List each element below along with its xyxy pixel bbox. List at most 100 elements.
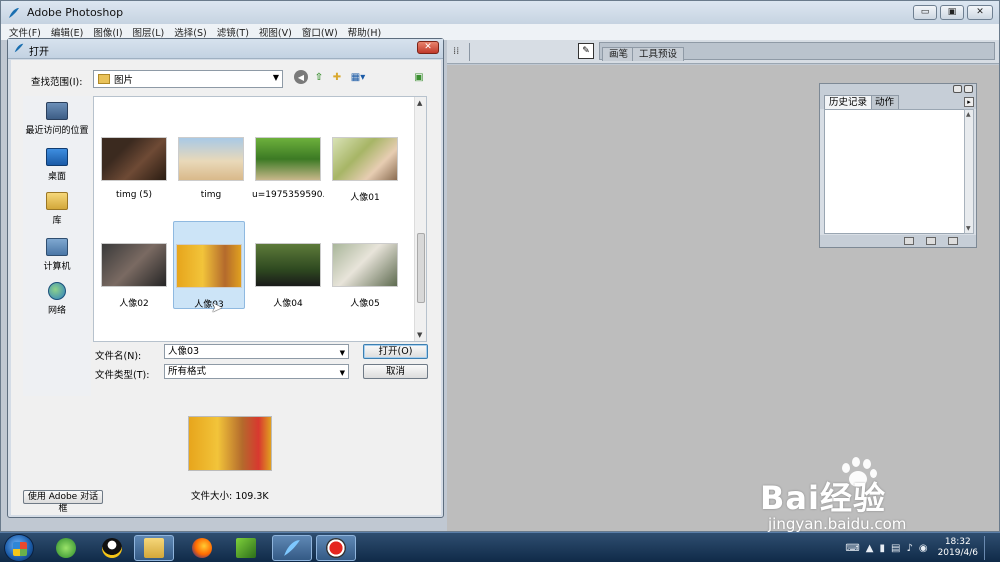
- look-in-select[interactable]: 图片 ▼: [93, 70, 283, 88]
- scroll-up-icon[interactable]: ▲: [966, 111, 971, 118]
- show-desktop-button[interactable]: [984, 536, 992, 560]
- input-method-icon[interactable]: ◉: [919, 543, 928, 554]
- place-label: 网络: [47, 306, 66, 316]
- menu-select[interactable]: 选择(S): [174, 25, 206, 39]
- taskbar-app-explorer[interactable]: [134, 535, 174, 561]
- file-item[interactable]: 人像01: [329, 137, 401, 203]
- taskbar-app-photoshop[interactable]: [272, 535, 312, 561]
- taskbar-app-qq[interactable]: [92, 535, 132, 561]
- panel-menu-icon[interactable]: ▸: [964, 97, 974, 107]
- menu-window[interactable]: 窗口(W): [302, 25, 338, 39]
- palette-well-icon[interactable]: ✎: [578, 43, 594, 59]
- place-desktop[interactable]: 桌面: [23, 148, 91, 182]
- chevron-down-icon[interactable]: ▼: [340, 367, 345, 380]
- scrollbar-thumb[interactable]: [417, 233, 425, 303]
- cancel-button[interactable]: 取消: [363, 364, 428, 379]
- battery-icon[interactable]: ▮: [879, 543, 885, 554]
- volume-icon[interactable]: ♪: [906, 543, 912, 554]
- system-clock[interactable]: 18:32 2019/4/6: [938, 537, 978, 559]
- restore-button[interactable]: ▣: [940, 5, 964, 20]
- tab-tool-presets[interactable]: 工具预设: [632, 47, 685, 61]
- dialog-titlebar[interactable]: 打开 ✕: [8, 39, 443, 59]
- network-tray-icon[interactable]: ▤: [891, 543, 900, 554]
- taskbar-app-media[interactable]: [226, 535, 266, 561]
- file-name-input[interactable]: 人像03 ▼: [164, 344, 349, 359]
- place-recent[interactable]: 最近访问的位置: [23, 102, 91, 136]
- file-item[interactable]: 人像05: [329, 243, 401, 309]
- use-adobe-dialog-button[interactable]: 使用 Adobe 对话框: [23, 490, 103, 514]
- file-name: 人像02: [119, 299, 149, 309]
- snapshot-icon[interactable]: [926, 237, 936, 245]
- trash-icon[interactable]: [948, 237, 958, 245]
- place-network[interactable]: 网络: [23, 282, 91, 316]
- scroll-down-icon[interactable]: ▼: [417, 331, 422, 339]
- open-button[interactable]: 打开(O): [363, 344, 428, 359]
- file-item[interactable]: u=1975359590...: [252, 137, 324, 200]
- tab-actions[interactable]: 动作: [870, 95, 900, 109]
- menu-filter[interactable]: 滤镜(T): [217, 25, 249, 39]
- menu-layer[interactable]: 图层(L): [133, 25, 165, 39]
- taskbar-app-firefox[interactable]: [182, 535, 222, 561]
- up-folder-icon[interactable]: ⇧: [312, 70, 326, 84]
- tray-arrow-icon[interactable]: ▲: [866, 543, 874, 554]
- file-list-view[interactable]: timg (5) timg u=1975359590... 人像01 人像02 …: [93, 96, 427, 342]
- palette-well: ✎ 画笔 工具预设: [578, 42, 995, 61]
- file-item[interactable]: 人像02: [98, 243, 170, 309]
- options-bar: ⁞⁞ ✎ 画笔 工具预设: [447, 40, 999, 64]
- place-label: 计算机: [43, 262, 71, 272]
- file-name: timg (5): [115, 190, 153, 200]
- taskbar-app-browser[interactable]: [46, 535, 86, 561]
- close-icon: ✕: [976, 7, 984, 17]
- place-library[interactable]: 库: [23, 192, 91, 226]
- file-type-select[interactable]: 所有格式 ▼: [164, 364, 349, 379]
- look-in-value: 图片: [114, 75, 134, 86]
- record-icon: [326, 538, 346, 558]
- file-view-scrollbar[interactable]: ▲ ▼: [414, 97, 426, 341]
- place-computer[interactable]: 计算机: [23, 238, 91, 272]
- file-name: 人像04: [273, 299, 303, 309]
- windows-logo-icon: [13, 542, 27, 556]
- minimize-button[interactable]: ▭: [913, 5, 937, 20]
- history-panel-header[interactable]: [820, 84, 976, 95]
- start-button[interactable]: [4, 534, 34, 562]
- tab-history[interactable]: 历史记录: [824, 95, 873, 109]
- photoshop-feather-icon: [284, 540, 300, 556]
- close-button[interactable]: ✕: [967, 5, 993, 20]
- menu-help[interactable]: 帮助(H): [348, 25, 382, 39]
- new-folder-icon[interactable]: ✚: [330, 70, 344, 84]
- tab-brushes[interactable]: 画笔: [602, 47, 636, 61]
- options-divider: [469, 43, 470, 61]
- file-item[interactable]: timg (5): [98, 137, 170, 200]
- scroll-up-icon[interactable]: ▲: [417, 99, 422, 107]
- panel-close-icon[interactable]: [964, 85, 973, 93]
- menu-file[interactable]: 文件(F): [9, 25, 41, 39]
- file-thumbnail: [101, 137, 167, 181]
- file-preview-image: [188, 416, 272, 471]
- scroll-down-icon[interactable]: ▼: [966, 225, 971, 232]
- green-refresh-icon: [56, 538, 76, 558]
- folder-action-icon[interactable]: ▣: [412, 70, 426, 84]
- system-tray: ⌨ ▲ ▮ ▤ ♪ ◉ 18:32 2019/4/6: [845, 536, 992, 560]
- menu-edit[interactable]: 编辑(E): [51, 25, 83, 39]
- options-grip-icon[interactable]: ⁞⁞: [453, 46, 459, 57]
- file-item[interactable]: 人像04: [252, 243, 324, 309]
- menu-image[interactable]: 图像(I): [93, 25, 122, 39]
- chevron-down-icon[interactable]: ▼: [340, 347, 345, 360]
- view-menu-icon[interactable]: ▦▾: [348, 70, 368, 84]
- new-document-from-state-icon[interactable]: [904, 237, 914, 245]
- dialog-close-button[interactable]: ✕: [417, 41, 439, 54]
- back-icon[interactable]: ◀: [294, 70, 308, 84]
- watermark-url: jingyan.baidu.com: [768, 515, 907, 533]
- history-scrollbar[interactable]: ▲ ▼: [964, 109, 974, 234]
- file-name: 人像03: [194, 300, 224, 310]
- taskbar-app-recorder[interactable]: [316, 535, 356, 561]
- file-item-selected[interactable]: 人像03: [173, 221, 245, 310]
- keyboard-icon[interactable]: ⌨: [845, 543, 859, 554]
- minimize-icon: ▭: [920, 7, 930, 17]
- clock-date: 2019/4/6: [937, 548, 978, 558]
- history-panel: 历史记录 动作 ▸ ▲ ▼: [819, 83, 977, 248]
- history-list[interactable]: [824, 109, 966, 234]
- panel-minimize-icon[interactable]: [953, 85, 962, 93]
- menu-view[interactable]: 视图(V): [259, 25, 292, 39]
- file-item[interactable]: timg: [175, 137, 247, 200]
